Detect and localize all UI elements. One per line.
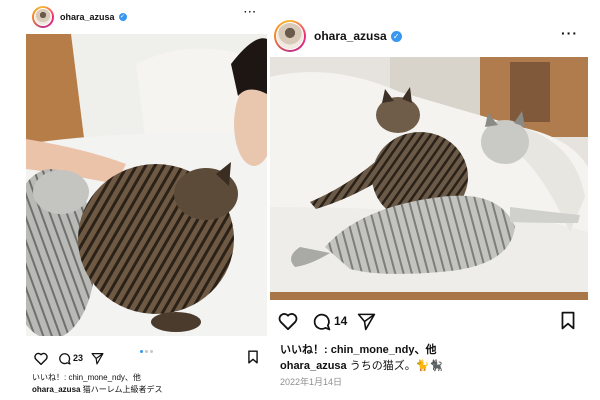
caption-username[interactable]: ohara_azusa (280, 360, 347, 372)
verified-badge-icon: ✓ (390, 30, 402, 42)
action-bar: 14 (270, 308, 598, 334)
comment-count: 23 (73, 353, 84, 363)
verified-badge-icon: ✓ (118, 13, 127, 21)
post-photo[interactable] (26, 34, 267, 336)
avatar[interactable] (274, 20, 306, 52)
post-photo[interactable] (270, 57, 588, 300)
comment-icon[interactable] (58, 352, 71, 365)
bookmark-icon[interactable] (560, 311, 576, 330)
more-icon[interactable]: ··· (561, 25, 578, 41)
more-icon[interactable]: ··· (244, 7, 257, 18)
right-post: ohara_azusa ✓ ··· 14 いいね！: chin_mone_ndy… (270, 0, 598, 400)
username[interactable]: ohara_azusa (314, 29, 387, 43)
post-date: 2022年1月14日 (280, 377, 343, 387)
caption-username[interactable]: ohara_azusa (32, 385, 80, 394)
carousel-indicator (26, 340, 267, 353)
share-icon[interactable] (91, 352, 104, 365)
caption-text: 猫ハーレム上級者デス (82, 385, 163, 394)
comment-icon[interactable] (312, 312, 331, 331)
likes-text[interactable]: いいね！: chin_mone_ndy、他 (32, 372, 141, 383)
username[interactable]: ohara_azusa (60, 12, 115, 22)
share-icon[interactable] (357, 312, 376, 331)
action-bar: 23 (26, 349, 267, 367)
comment-count: 14 (334, 314, 348, 328)
post-header: ohara_azusa ✓ ··· (26, 4, 267, 30)
likes-text[interactable]: いいね！: chin_mone_ndy、他 (280, 341, 436, 357)
heart-icon[interactable] (278, 312, 298, 330)
left-post: ohara_azusa ✓ ··· 23 いいね！: chin_mone_ndy… (26, 0, 267, 400)
caption: ohara_azusa 猫ハーレム上級者デス (32, 384, 163, 395)
post-header: ohara_azusa ✓ ··· (270, 17, 598, 55)
avatar[interactable] (32, 6, 54, 28)
caption: ohara_azusa うちの猫ズ。🐈🐈‍⬛ (280, 357, 443, 373)
heart-icon[interactable] (34, 352, 48, 365)
bookmark-icon[interactable] (247, 350, 259, 364)
caption-text: うちの猫ズ。🐈🐈‍⬛ (349, 360, 444, 372)
